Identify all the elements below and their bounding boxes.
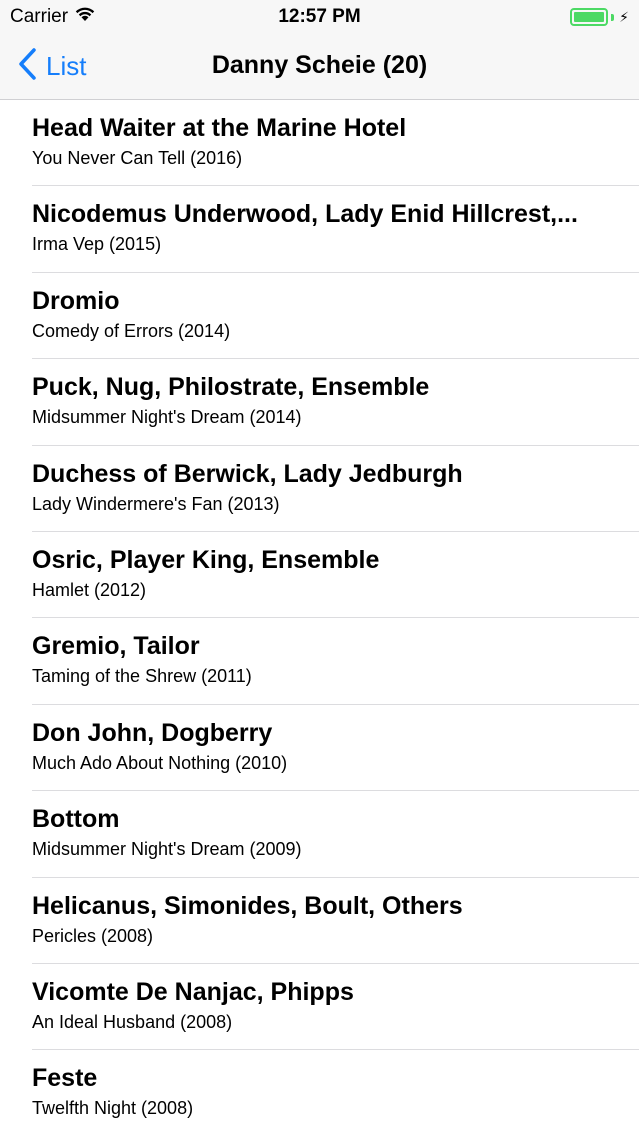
list-item[interactable]: Bottom Midsummer Night's Dream (2009) (0, 791, 639, 878)
list-item[interactable]: Don John, Dogberry Much Ado About Nothing… (0, 705, 639, 792)
role-title: Puck, Nug, Philostrate, Ensemble (32, 373, 430, 402)
list-item[interactable]: Head Waiter at the Marine Hotel You Never… (0, 100, 639, 187)
navigation-bar: List Danny Scheie (20) (0, 34, 639, 100)
production-subtitle: Midsummer Night's Dream (2009) (32, 839, 302, 860)
list-item[interactable]: Osric, Player King, Ensemble Hamlet (2012… (0, 532, 639, 619)
role-title: Dromio (32, 286, 120, 315)
role-title: Nicodemus Underwood, Lady Enid Hillcrest… (32, 200, 578, 229)
list-item[interactable]: Duchess of Berwick, Lady Jedburgh Lady Wi… (0, 446, 639, 533)
production-subtitle: An Ideal Husband (2008) (32, 1011, 233, 1032)
production-subtitle: Lady Windermere's Fan (2013) (32, 493, 280, 514)
production-subtitle: Much Ado About Nothing (2010) (32, 752, 288, 773)
production-subtitle: Taming of the Shrew (2011) (32, 666, 252, 687)
role-title: Duchess of Berwick, Lady Jedburgh (32, 459, 463, 488)
list-item[interactable]: Helicanus, Simonides, Boult, Others Peric… (0, 878, 639, 965)
list-item[interactable]: Puck, Nug, Philostrate, Ensemble Midsumme… (0, 359, 639, 446)
role-title: Helicanus, Simonides, Boult, Others (32, 891, 463, 920)
production-subtitle: Hamlet (2012) (32, 579, 147, 600)
role-title: Head Waiter at the Marine Hotel (32, 114, 407, 142)
status-bar: Carrier 12:57 PM ⚡ (0, 0, 639, 34)
role-title: Don John, Dogberry (32, 718, 273, 747)
list-item[interactable]: Nicodemus Underwood, Lady Enid Hillcrest… (0, 186, 639, 274)
page-title: Danny Scheie (20) (211, 51, 428, 79)
role-title: Feste (32, 1064, 98, 1093)
production-subtitle: You Never Can Tell (2016) (32, 148, 243, 168)
production-subtitle: Midsummer Night's Dream (2014) (32, 407, 302, 428)
role-title: Bottom (32, 805, 120, 834)
production-subtitle: Pericles (2008) (32, 925, 154, 946)
production-subtitle: Irma Vep (2015) (32, 234, 162, 255)
role-title: Vicomte De Nanjac, Phipps (32, 977, 354, 1006)
list-item[interactable]: Feste Twelfth Night (2008) (0, 1050, 639, 1136)
role-title: Osric, Player King, Ensemble (32, 545, 380, 574)
charging-icon: ⚡ (619, 8, 629, 25)
production-subtitle: Comedy of Errors (2014) (32, 320, 231, 341)
role-title: Gremio, Tailor (32, 632, 200, 661)
list-item[interactable]: Gremio, Tailor Taming of the Shrew (2011) (0, 618, 639, 706)
roles-list[interactable]: Head Waiter at the Marine Hotel You Never… (0, 100, 639, 1136)
list-item[interactable]: Vicomte De Nanjac, Phipps An Ideal Husban… (0, 964, 639, 1051)
production-subtitle: Twelfth Night (2008) (32, 1098, 194, 1119)
list-item[interactable]: Dromio Comedy of Errors (2014) (0, 273, 639, 360)
status-time: 12:57 PM (278, 6, 361, 27)
battery-icon: ⚡ (570, 8, 629, 26)
